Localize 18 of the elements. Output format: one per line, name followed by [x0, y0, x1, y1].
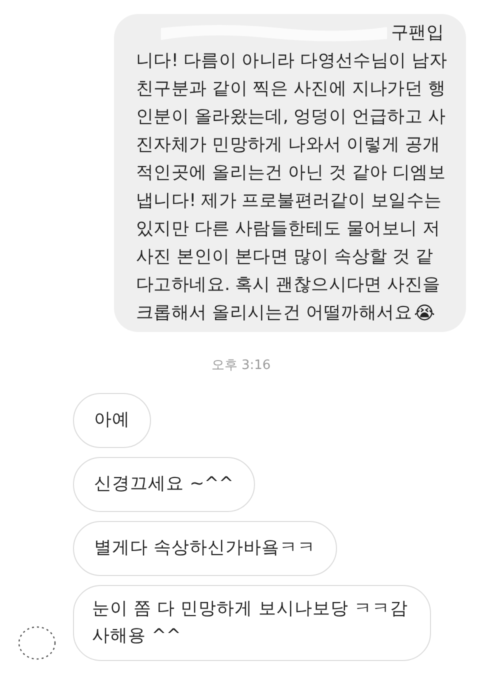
message-text: 눈이 쫌 다 민망하게 보시나보당 ㅋㅋ감	[92, 598, 409, 621]
message-text: 사해용 ^^	[92, 625, 182, 648]
message-text: 적인곳에 올리는건 아닌 것 같아 디엠보	[136, 162, 446, 185]
message-text: 냅니다! 제가 프로불편러같이 보일수는	[136, 190, 442, 213]
message-text: 친구분과 같이 찍은 사진에 지나가던 행	[136, 78, 446, 101]
message-text: 아예	[94, 409, 130, 432]
message-text: 사진 본인이 본다면 많이 속상할 것 같	[136, 246, 434, 269]
message-text: 크롭해서 올리시는건 어떨까해서요	[136, 302, 412, 325]
crying-emoji-icon: 😭	[414, 300, 436, 326]
message-text: 니다! 다름이 아니라 다영선수님이 남자	[136, 50, 447, 73]
message-text: 인분이 올라왔는데, 엉덩이 언급하고 사	[136, 106, 446, 129]
message-text: 별게다 속상하신가바욬ㅋㅋ	[94, 537, 316, 560]
message-text: 진자체가 민망하게 나와서 이렇게 공개	[136, 134, 440, 157]
message-text: 다고하네요. 혹시 괜찮으시다면 사진을	[136, 274, 440, 297]
message-text: 신경끄세요 ~^^	[94, 473, 234, 496]
message-text: 구팬입	[390, 22, 444, 45]
message-text: 있지만 다른 사람들한테도 물어보니 저	[136, 218, 440, 241]
timestamp: 오후 3:16	[211, 358, 271, 374]
